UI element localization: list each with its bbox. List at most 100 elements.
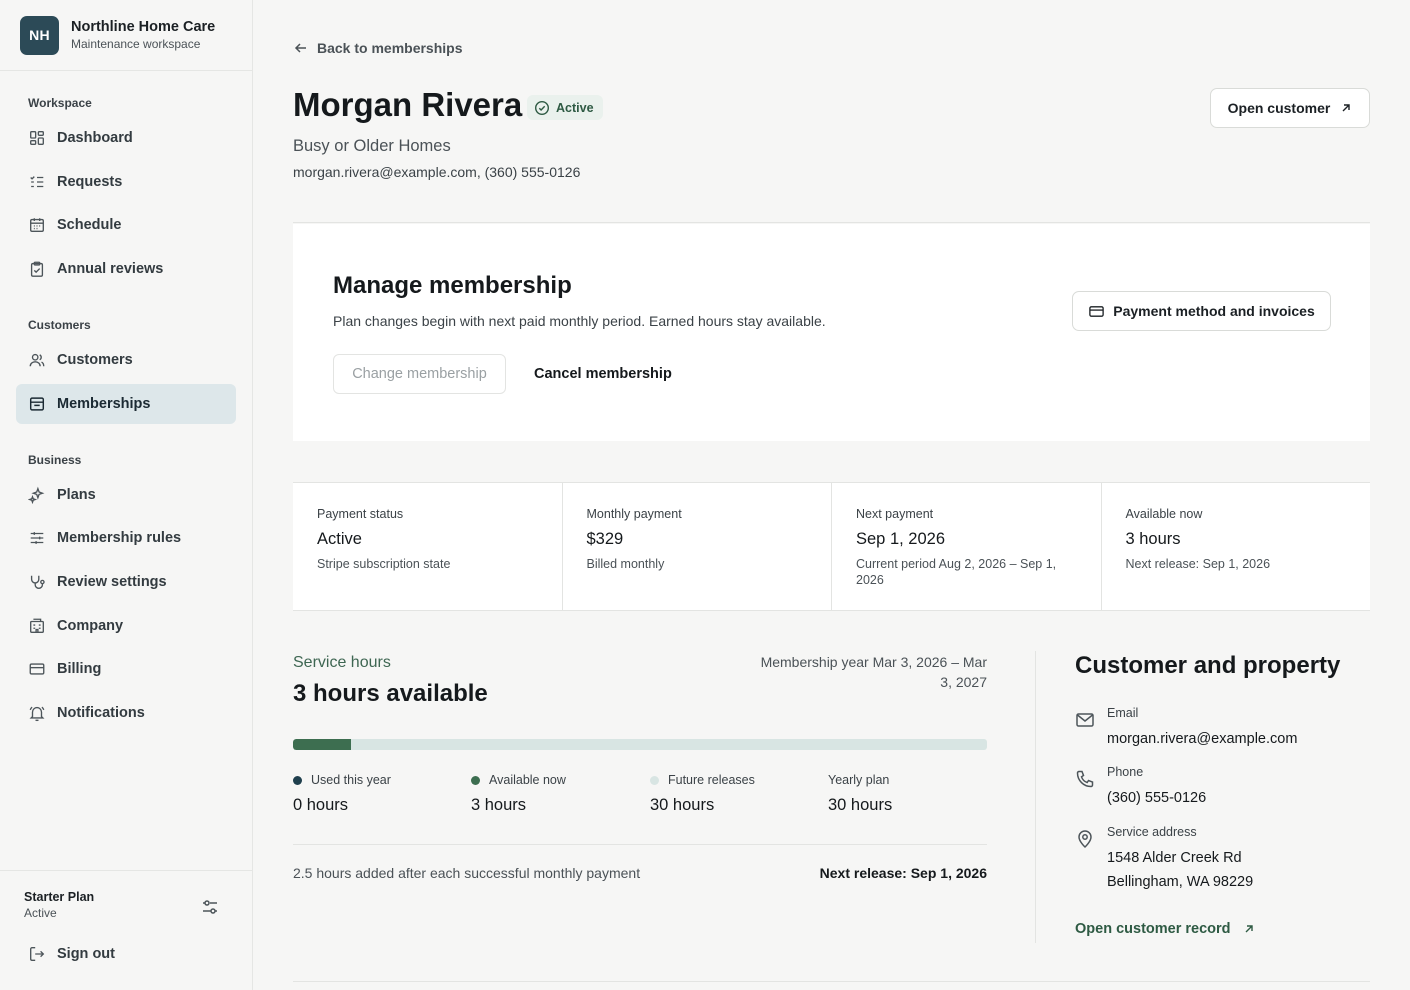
- credit-card-icon: [29, 663, 45, 675]
- check-circle-icon: [534, 100, 550, 115]
- brand-header: NH Northline Home Care Maintenance works…: [0, 0, 252, 71]
- address-line-2: Bellingham, WA 98229: [1107, 874, 1254, 890]
- legend-dot-available: [471, 775, 480, 785]
- stat-value: Sep 1, 2026: [856, 530, 945, 548]
- users-icon: [29, 353, 45, 367]
- external-arrow-icon: [1342, 104, 1351, 112]
- stats-row: Payment status Active Stripe subscriptio…: [293, 482, 1370, 611]
- sidebar-item-membership-rules[interactable]: Membership rules: [16, 518, 236, 558]
- payment-method-label: Payment method and invoices: [1113, 303, 1315, 319]
- stat-note: Current period Aug 2, 2026 – Sep 1, 2026: [856, 557, 1057, 587]
- bell-icon: [29, 706, 45, 722]
- sidebar-item-review-settings[interactable]: Review settings: [16, 562, 236, 602]
- sidebar-item-company[interactable]: Company: [16, 606, 236, 646]
- nav-heading-workspace: Workspace: [28, 96, 92, 110]
- legend-label: Yearly plan: [828, 773, 890, 787]
- sliders-icon: [30, 532, 44, 544]
- sidebar-item-billing[interactable]: Billing: [16, 649, 236, 689]
- email-label: Email: [1107, 706, 1139, 720]
- legend-yearly: Yearly plan 30 hours: [828, 773, 892, 815]
- manage-description: Plan changes begin with next paid monthl…: [333, 313, 826, 329]
- legend-future: Future releases 30 hours: [650, 773, 755, 815]
- legend-used: Used this year 0 hours: [293, 773, 391, 815]
- main-content: Back to memberships Morgan Rivera Active…: [253, 0, 1410, 990]
- legend-value: 0 hours: [293, 796, 349, 814]
- sidebar-item-dashboard[interactable]: Dashboard: [16, 118, 236, 158]
- nav-heading-customers: Customers: [28, 318, 91, 332]
- sidebar-item-schedule[interactable]: Schedule: [16, 205, 236, 245]
- membership-icon: [29, 397, 45, 411]
- manage-title: Manage membership: [333, 272, 572, 299]
- stat-note: Stripe subscription state: [317, 557, 451, 571]
- sidebar-item-notifications[interactable]: Notifications: [16, 693, 236, 733]
- service-hours-title: 3 hours available: [293, 680, 488, 707]
- hours-progress-fill: [293, 739, 351, 750]
- stat-label: Monthly payment: [586, 507, 682, 521]
- divider: [293, 844, 987, 845]
- phone-icon: [1076, 770, 1094, 788]
- legend-value: 30 hours: [650, 796, 715, 814]
- stat-note: Billed monthly: [586, 557, 665, 571]
- stat-label: Available now: [1125, 507, 1203, 521]
- sidebar-item-label: Notifications: [57, 705, 145, 721]
- sidebar-item-label: Review settings: [57, 574, 167, 590]
- back-link-label: Back to memberships: [317, 40, 463, 56]
- legend-label: Future releases: [668, 773, 755, 787]
- sidebar-item-memberships[interactable]: Memberships: [16, 384, 236, 424]
- sidebar-footer: Starter Plan Active Sign out: [0, 870, 253, 990]
- manage-membership-card: Manage membership Plan changes begin wit…: [293, 224, 1370, 441]
- sidebar-item-label: Memberships: [57, 396, 151, 412]
- sidebar: NH Northline Home Care Maintenance works…: [0, 0, 253, 990]
- open-customer-button[interactable]: Open customer: [1210, 88, 1370, 128]
- stat-available-now: Available now 3 hours Next release: Sep …: [1102, 483, 1371, 610]
- stat-label: Next payment: [856, 507, 934, 521]
- legend-dot-future: [650, 775, 659, 785]
- status-badge: Active: [527, 95, 603, 120]
- calendar-icon: [30, 218, 44, 232]
- sign-out-button[interactable]: Sign out: [28, 945, 115, 963]
- customer-property-title: Customer and property: [1075, 652, 1341, 679]
- settings-toggle-icon[interactable]: [200, 897, 220, 917]
- phone-value: (360) 555-0126: [1107, 790, 1207, 806]
- mail-icon: [1076, 713, 1094, 727]
- sign-out-icon: [30, 947, 45, 961]
- legend-label: Available now: [489, 773, 566, 787]
- next-release: Next release: Sep 1, 2026: [819, 865, 987, 881]
- service-hours-label: Service hours: [293, 654, 391, 671]
- stat-note: Next release: Sep 1, 2026: [1125, 557, 1271, 571]
- sidebar-item-label: Schedule: [57, 217, 122, 233]
- change-membership-button[interactable]: Change membership: [333, 354, 506, 394]
- sidebar-item-requests[interactable]: Requests: [16, 162, 236, 202]
- list-icon: [30, 176, 44, 188]
- sidebar-item-label: Annual reviews: [57, 261, 164, 277]
- phone-label: Phone: [1107, 765, 1144, 779]
- open-customer-record-label: Open customer record: [1075, 921, 1231, 937]
- hours-progress-bar: [293, 739, 987, 750]
- divider: [293, 981, 1370, 982]
- sidebar-item-label: Company: [57, 618, 124, 634]
- sidebar-item-plans[interactable]: Plans: [16, 475, 236, 515]
- brand-name: Northline Home Care: [71, 19, 216, 35]
- divider: [293, 222, 1370, 223]
- sidebar-item-label: Billing: [57, 661, 102, 677]
- sparkles-icon: [28, 486, 45, 504]
- cancel-membership-button[interactable]: Cancel membership: [534, 354, 672, 394]
- nav-heading-business: Business: [28, 453, 82, 467]
- contact-line: morgan.rivera@example.com, (360) 555-012…: [293, 164, 581, 180]
- plan-subtitle: Busy or Older Homes: [293, 137, 451, 155]
- sidebar-item-customers[interactable]: Customers: [16, 340, 236, 380]
- payment-method-button[interactable]: Payment method and invoices: [1072, 291, 1331, 331]
- clipboard-icon: [30, 261, 44, 277]
- brand-logo: NH: [20, 15, 59, 55]
- stat-value: $329: [586, 530, 624, 548]
- email-value: morgan.rivera@example.com: [1107, 731, 1298, 747]
- back-link[interactable]: Back to memberships: [293, 40, 463, 56]
- legend-available: Available now 3 hours: [471, 773, 566, 815]
- sidebar-item-label: Customers: [57, 352, 133, 368]
- open-customer-record-link[interactable]: Open customer record: [1075, 921, 1255, 937]
- dashboard-icon: [30, 131, 44, 145]
- sidebar-item-annual-reviews[interactable]: Annual reviews: [16, 249, 236, 289]
- legend-dot-used: [293, 775, 302, 785]
- credit-card-icon: [1089, 305, 1105, 317]
- sidebar-item-label: Requests: [57, 174, 123, 190]
